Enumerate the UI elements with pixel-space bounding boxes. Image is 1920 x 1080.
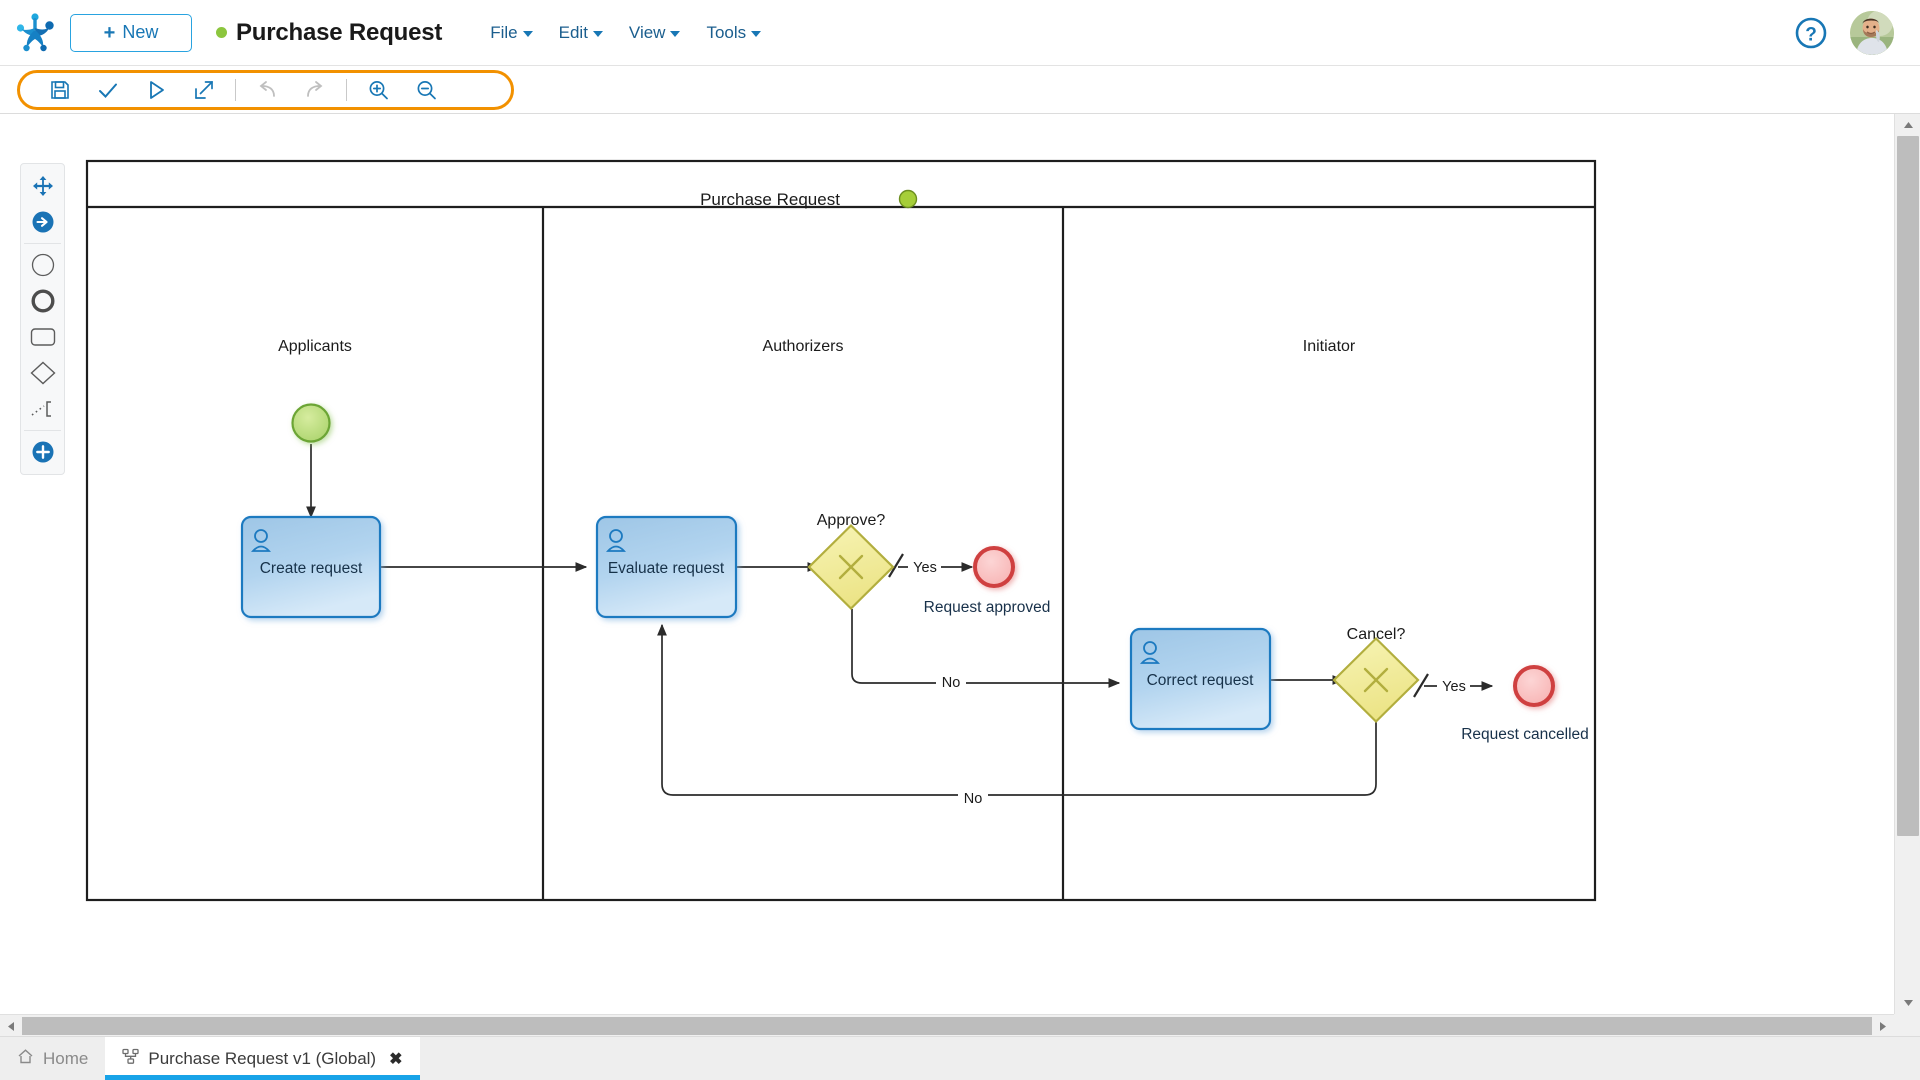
new-button[interactable]: + New — [70, 13, 192, 52]
shape-palette — [20, 163, 65, 475]
frog-foot-logo[interactable] — [0, 0, 70, 66]
tab-home[interactable]: Home — [0, 1037, 105, 1080]
diagram-icon — [122, 1048, 140, 1070]
close-icon[interactable]: ✖ — [389, 1049, 402, 1069]
node-end-request-cancelled[interactable] — [1513, 665, 1555, 707]
vertical-scrollbar[interactable] — [1894, 114, 1920, 1014]
bottom-tab-bar: Home Purchase Request v1 (Global) ✖ — [0, 1036, 1920, 1080]
export-button[interactable] — [180, 73, 228, 107]
node-end-request-approved[interactable] — [973, 546, 1015, 588]
palette-task[interactable] — [20, 319, 65, 355]
user-avatar[interactable] — [1850, 10, 1894, 55]
palette-sequence-flow[interactable] — [20, 204, 65, 240]
tab-purchase-request-label: Purchase Request v1 (Global) — [148, 1048, 377, 1068]
run-button[interactable] — [132, 73, 180, 107]
menu-edit[interactable]: Edit — [559, 23, 603, 43]
horizontal-scroll-thumb[interactable] — [22, 1017, 1872, 1035]
flow-label-approve-no: No — [942, 675, 961, 691]
new-button-label: New — [122, 22, 159, 42]
toolbar-divider — [235, 79, 236, 101]
scroll-up-arrow[interactable] — [1895, 114, 1920, 136]
palette-end-event[interactable] — [20, 283, 65, 319]
menu-view[interactable]: View — [629, 23, 681, 43]
palette-separator — [24, 243, 61, 244]
node-label-create-request: Create request — [260, 560, 363, 577]
palette-artifact[interactable] — [20, 391, 65, 427]
pool-status-dot — [898, 189, 918, 209]
menu-bar: File Edit View Tools — [490, 22, 762, 43]
toolbar-row — [0, 66, 1920, 114]
tab-home-label: Home — [43, 1048, 89, 1068]
page-title: Purchase Request — [236, 18, 443, 46]
vertical-scroll-thumb[interactable] — [1897, 136, 1919, 836]
save-button[interactable] — [36, 73, 84, 107]
diagram-canvas[interactable]: Purchase Request Applicants Authorizers … — [0, 114, 1894, 1014]
scroll-right-arrow[interactable] — [1872, 1015, 1894, 1037]
pool-label: Purchase Request — [700, 190, 840, 209]
palette-start-event[interactable] — [20, 247, 65, 283]
menu-edit-label: Edit — [558, 22, 588, 42]
lane-label-initiator: Initiator — [1303, 338, 1356, 355]
chevron-down-icon — [670, 31, 681, 37]
flow-label-approve-yes: Yes — [913, 560, 937, 576]
header-right-group: ? — [1794, 10, 1920, 55]
svg-text:?: ? — [1805, 24, 1817, 45]
tab-purchase-request[interactable]: Purchase Request v1 (Global) ✖ — [105, 1037, 420, 1080]
plus-icon: + — [103, 21, 116, 44]
palette-separator — [24, 430, 61, 431]
bpmn-diagram: Purchase Request Applicants Authorizers … — [85, 159, 1597, 902]
document-title-group: Purchase Request — [216, 19, 442, 47]
home-icon — [17, 1048, 34, 1070]
node-label-evaluate-request: Evaluate request — [608, 560, 725, 577]
redo-button[interactable] — [291, 73, 339, 107]
validate-button[interactable] — [84, 73, 132, 107]
chevron-down-icon — [751, 31, 762, 37]
scroll-left-arrow[interactable] — [0, 1015, 22, 1037]
flow-label-cancel-no: No — [964, 791, 983, 807]
node-create-request[interactable]: Create request — [240, 515, 382, 619]
document-status-dot — [216, 27, 227, 38]
palette-gateway[interactable] — [20, 355, 65, 391]
menu-file-label: File — [490, 22, 518, 42]
lane-label-applicants: Applicants — [278, 338, 352, 355]
undo-button[interactable] — [243, 73, 291, 107]
chevron-down-icon — [592, 31, 603, 37]
menu-file[interactable]: File — [490, 22, 533, 43]
menu-view-label: View — [628, 22, 666, 42]
lane-label-authorizers: Authorizers — [763, 338, 844, 355]
palette-add-more[interactable] — [20, 434, 65, 470]
node-correct-request[interactable]: Correct request — [1129, 627, 1272, 731]
node-label-request-approved: Request approved — [924, 599, 1051, 616]
chevron-down-icon — [522, 31, 533, 37]
node-start-event[interactable] — [291, 403, 331, 443]
menu-tools[interactable]: Tools — [706, 22, 762, 43]
zoom-out-button[interactable] — [402, 73, 450, 107]
menu-tools-label: Tools — [706, 22, 747, 42]
node-label-correct-request: Correct request — [1147, 672, 1255, 689]
flow-label-cancel-yes: Yes — [1442, 679, 1466, 695]
app-header: + New Purchase Request File Edit View To… — [0, 0, 1920, 66]
node-label-request-cancelled: Request cancelled — [1461, 726, 1589, 743]
zoom-in-button[interactable] — [354, 73, 402, 107]
scroll-down-arrow[interactable] — [1895, 992, 1920, 1014]
palette-move-tool[interactable] — [20, 168, 65, 204]
node-evaluate-request[interactable]: Evaluate request — [595, 515, 738, 619]
help-icon[interactable]: ? — [1794, 16, 1828, 50]
toolbar-divider — [346, 79, 347, 101]
scrollbar-corner — [1894, 1014, 1920, 1036]
main-toolbar — [17, 70, 514, 110]
horizontal-scrollbar[interactable] — [0, 1014, 1894, 1036]
